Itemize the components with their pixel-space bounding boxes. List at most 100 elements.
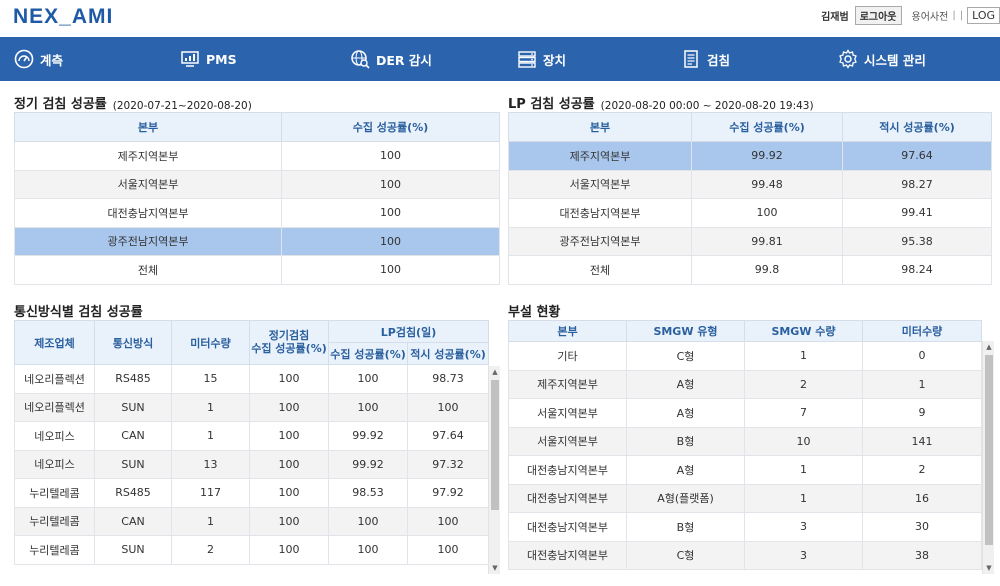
- regular-metering-panel: 정기 검침 성공률 (2020-07-21~2020-08-20) 본부 수집 …: [14, 94, 500, 285]
- table-cell: 30: [862, 512, 982, 542]
- table-cell: 네오리플렉션: [14, 392, 95, 422]
- col-header[interactable]: 본부: [14, 112, 282, 142]
- table-row[interactable]: 서울지역본부 A형 7 9: [508, 398, 982, 428]
- nav-measure[interactable]: 계측: [14, 37, 63, 81]
- table-cell: 누리텔레콤: [14, 478, 95, 508]
- main-nav: 계측 PMS DER 감시 장치 검침 시스템 관리: [0, 37, 1000, 81]
- col-header[interactable]: 미터수량: [171, 320, 250, 365]
- col-header[interactable]: 미터수량: [862, 320, 982, 342]
- nav-device[interactable]: 장치: [517, 37, 566, 81]
- table-cell: SUN: [94, 449, 172, 479]
- col-header-line: 정기검침: [268, 328, 310, 342]
- col-header[interactable]: 적시 성공률(%): [842, 112, 992, 142]
- table-row[interactable]: 광주전남지역본부 100: [14, 226, 500, 256]
- comm-table-scroll[interactable]: 제조업체 통신방식 미터수량 정기검침 수집 성공률(%) LP검침(일) 수집…: [14, 320, 500, 574]
- table-row[interactable]: 전체 99.8 98.24: [508, 255, 992, 285]
- scroll-down-arrow[interactable]: ▼: [983, 562, 994, 574]
- table-row[interactable]: 대전충남지역본부 100 99.41: [508, 198, 992, 228]
- table-row[interactable]: 네오리플렉션 RS485 15 100 100 98.73: [14, 364, 489, 394]
- table-row[interactable]: 전체 100: [14, 255, 500, 285]
- vertical-scrollbar[interactable]: ▲ ▼: [488, 366, 500, 574]
- table-row[interactable]: 네오피스 SUN 13 100 99.92 97.32: [14, 449, 489, 479]
- log-button[interactable]: LOG: [967, 7, 1000, 24]
- table-row[interactable]: 제주지역본부 100: [14, 141, 500, 171]
- table-cell: A형(플랫폼): [626, 483, 745, 513]
- table-row[interactable]: 서울지역본부 99.48 98.27: [508, 169, 992, 199]
- table-cell: 100: [249, 364, 329, 394]
- table-cell: 10: [744, 426, 863, 456]
- logo[interactable]: NEX_AMI: [13, 5, 113, 29]
- col-header[interactable]: SMGW 유형: [626, 320, 745, 342]
- table-cell: 광주전남지역본부: [14, 226, 282, 256]
- col-header-line: 수집 성공률(%): [251, 341, 327, 355]
- table-cell: 99.48: [691, 169, 843, 199]
- table-cell: 2: [744, 369, 863, 399]
- table-cell: 전체: [508, 255, 692, 285]
- lp-metering-panel: LP 검침 성공률 (2020-08-20 00:00 ~ 2020-08-20…: [508, 94, 992, 285]
- scroll-up-arrow[interactable]: ▲: [983, 341, 994, 353]
- table-cell: 100: [328, 392, 408, 422]
- glossary-link[interactable]: 용어사전: [912, 8, 949, 23]
- nav-der[interactable]: DER 감시: [350, 37, 432, 81]
- nav-system[interactable]: 시스템 관리: [838, 37, 926, 81]
- table-cell: A형: [626, 455, 745, 485]
- table-row[interactable]: 네오리플렉션 SUN 1 100 100 100: [14, 392, 489, 422]
- table-cell: 1: [171, 506, 250, 536]
- table-cell: 누리텔레콤: [14, 506, 95, 536]
- table-cell: 100: [281, 226, 500, 256]
- col-header[interactable]: 적시 성공률(%): [407, 342, 489, 365]
- table-row[interactable]: 대전충남지역본부 C형 3 38: [508, 540, 982, 570]
- col-header[interactable]: 수집 성공률(%): [281, 112, 500, 142]
- table-cell: 기타: [508, 341, 627, 371]
- table-cell: A형: [626, 398, 745, 428]
- logout-button[interactable]: 로그아웃: [854, 6, 902, 25]
- table-row[interactable]: 제주지역본부 99.92 97.64: [508, 141, 992, 171]
- vertical-scrollbar[interactable]: ▲ ▼: [982, 341, 994, 574]
- col-header[interactable]: 본부: [508, 112, 692, 142]
- table-cell: 100: [249, 421, 329, 451]
- table-cell: 117: [171, 478, 250, 508]
- table-row[interactable]: 네오피스 CAN 1 100 99.92 97.64: [14, 421, 489, 451]
- equip-table-scroll[interactable]: 본부 SMGW 유형 SMGW 수량 미터수량 기타 C형 1 0 제주지역본부 A형 2 1…: [508, 320, 994, 574]
- table-cell: 7: [744, 398, 863, 428]
- document-icon: [681, 49, 701, 69]
- table-cell: 서울지역본부: [14, 169, 282, 199]
- table-row[interactable]: 누리텔레콤 SUN 2 100 100 100: [14, 535, 489, 565]
- table-cell: 서울지역본부: [508, 169, 692, 199]
- table-row[interactable]: 누리텔레콤 RS485 117 100 98.53 97.92: [14, 478, 489, 508]
- table-row[interactable]: 대전충남지역본부 B형 3 30: [508, 512, 982, 542]
- table-row[interactable]: 누리텔레콤 CAN 1 100 100 100: [14, 506, 489, 536]
- top-header: NEX_AMI 김재범 로그아웃 용어사전 | | LOG: [0, 0, 1000, 37]
- table-row[interactable]: 제주지역본부 A형 2 1: [508, 369, 982, 399]
- table-row[interactable]: 기타 C형 1 0: [508, 341, 982, 371]
- lp-period: (2020-08-20 00:00 ~ 2020-08-20 19:43): [600, 100, 814, 112]
- table-row[interactable]: 대전충남지역본부 100: [14, 198, 500, 228]
- table-cell: 98.53: [328, 478, 408, 508]
- col-header[interactable]: 본부: [508, 320, 627, 342]
- table-cell: 100: [328, 506, 408, 536]
- regular-period: (2020-07-21~2020-08-20): [112, 100, 252, 112]
- scroll-thumb[interactable]: [985, 355, 993, 545]
- table-row[interactable]: 서울지역본부 100: [14, 169, 500, 199]
- table-row[interactable]: 대전충남지역본부 A형 1 2: [508, 455, 982, 485]
- table-row[interactable]: 서울지역본부 B형 10 141: [508, 426, 982, 456]
- col-header-group: LP검침(일): [328, 320, 489, 343]
- table-cell: 100: [249, 478, 329, 508]
- col-header[interactable]: 정기검침 수집 성공률(%): [249, 320, 329, 365]
- scroll-thumb[interactable]: [491, 380, 499, 510]
- scroll-up-arrow[interactable]: ▲: [489, 366, 500, 378]
- nav-pms[interactable]: PMS: [180, 37, 237, 81]
- table-row[interactable]: 광주전남지역본부 99.81 95.38: [508, 226, 992, 256]
- table-cell: 100: [281, 198, 500, 228]
- col-header[interactable]: SMGW 수량: [744, 320, 863, 342]
- scroll-down-arrow[interactable]: ▼: [489, 562, 500, 574]
- col-header[interactable]: 수집 성공률(%): [691, 112, 843, 142]
- nav-label: 시스템 관리: [864, 52, 926, 68]
- col-header[interactable]: 수집 성공률(%): [328, 342, 408, 365]
- nav-metering[interactable]: 검침: [681, 37, 730, 81]
- table-cell: 대전충남지역본부: [508, 455, 627, 485]
- col-header[interactable]: 통신방식: [94, 320, 172, 365]
- regular-title: 정기 검침 성공률: [14, 97, 107, 112]
- table-row[interactable]: 대전충남지역본부 A형(플랫폼) 1 16: [508, 483, 982, 513]
- col-header[interactable]: 제조업체: [14, 320, 95, 365]
